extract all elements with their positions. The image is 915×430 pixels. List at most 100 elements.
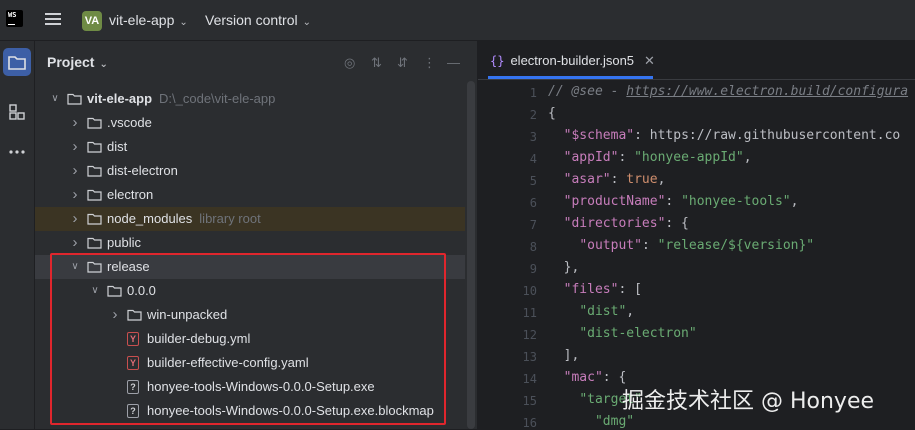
folder-icon — [87, 237, 102, 249]
unknown-file-icon: ? — [127, 404, 139, 418]
code-line[interactable]: "appId": "honyee-appId", — [548, 150, 752, 165]
options-icon[interactable]: ⋮ — [423, 55, 436, 71]
code-line[interactable]: "dist-electron" — [548, 326, 696, 341]
folder-icon — [87, 261, 102, 273]
tree-item-node-modules[interactable]: › node_modules library root — [35, 207, 465, 231]
tree-item-name: vit-ele-app — [87, 91, 153, 106]
code-line[interactable]: "$schema": https://raw.githubusercontent… — [548, 128, 901, 143]
project-view-selector[interactable]: Project ⌄ — [47, 54, 108, 70]
main-menu-icon[interactable] — [45, 13, 61, 27]
chevron-right-icon[interactable]: › — [69, 135, 81, 159]
expand-all-icon[interactable]: ⇅ — [371, 55, 382, 71]
line-number: 2 — [529, 108, 537, 122]
chevron-down-icon[interactable]: ∨ — [49, 87, 61, 111]
tree-item-release[interactable]: ∨ release — [35, 255, 465, 279]
tree-item-hint: D:\_code\vit-ele-app — [159, 91, 276, 106]
tree-item-label: win-unpacked — [147, 303, 227, 327]
tab-label: electron-builder.json5 — [510, 53, 635, 68]
tree-item-label: vit-ele-app D:\_code\vit-ele-app — [87, 87, 275, 111]
tree-item-name: honyee-tools-Windows-0.0.0-Setup.exe — [147, 379, 375, 394]
hide-icon[interactable]: — — [447, 55, 460, 70]
code-line[interactable]: "directories": { — [548, 216, 689, 231]
chevron-right-icon[interactable]: › — [69, 231, 81, 255]
tree-item-label: node_modules library root — [107, 207, 261, 231]
tree-item-builder-effective-config-yaml[interactable]: Ybuilder-effective-config.yaml — [35, 351, 465, 375]
unknown-file-icon: ? — [127, 380, 139, 394]
line-number: 13 — [522, 350, 537, 364]
tree-item-honyee-tools-windows-0-0-0-setup-exe-blockmap[interactable]: ? honyee-tools-Windows-0.0.0-Setup.exe.bl… — [35, 399, 465, 423]
close-icon[interactable]: ✕ — [644, 53, 655, 68]
line-number: 6 — [529, 196, 537, 210]
tree-scrollbar[interactable] — [467, 81, 475, 429]
folder-icon — [87, 189, 102, 201]
code-line[interactable]: "dist", — [548, 304, 634, 319]
tree-item-name: dist-electron — [107, 163, 178, 178]
more-tools-button[interactable] — [3, 138, 31, 166]
project-switcher[interactable]: vit-ele-app ⌄ — [109, 12, 188, 28]
editor-area: {} electron-builder.json5 ✕ 1 2 3 4 5 6 7 8 9 10 11 1… — [478, 41, 915, 430]
json-file-icon: {} — [490, 54, 505, 68]
locate-icon[interactable]: ◎ — [344, 55, 355, 71]
tree-item-name: node_modules — [107, 211, 193, 226]
line-number: 11 — [522, 306, 537, 320]
yaml-file-icon: Y — [127, 332, 139, 346]
line-number: 9 — [529, 262, 537, 276]
code-line[interactable]: { — [548, 106, 556, 121]
chevron-right-icon[interactable]: › — [109, 303, 121, 327]
editor-tab[interactable]: {} electron-builder.json5 ✕ — [490, 41, 655, 80]
tree-item-electron[interactable]: › electron — [35, 183, 465, 207]
line-number: 16 — [522, 416, 537, 430]
project-badge[interactable]: VA — [82, 11, 102, 31]
tree-item-name: public — [107, 235, 141, 250]
logo-text: WS — [8, 11, 17, 19]
tree-item-name: dist — [107, 139, 128, 154]
line-number: 3 — [529, 130, 537, 144]
tree-item-0-0-0[interactable]: ∨ 0.0.0 — [35, 279, 465, 303]
line-number: 5 — [529, 174, 537, 188]
chevron-down-icon[interactable]: ∨ — [89, 279, 101, 303]
project-tool-button[interactable] — [3, 48, 31, 76]
code-line[interactable]: }, — [548, 260, 580, 275]
structure-tool-button[interactable] — [3, 98, 31, 126]
chevron-down-icon[interactable]: ∨ — [69, 255, 81, 279]
tree-item-dist-electron[interactable]: › dist-electron — [35, 159, 465, 183]
webstorm-logo-icon[interactable]: WS — [6, 10, 23, 27]
chevron-right-icon[interactable]: › — [69, 159, 81, 183]
tree-item-public[interactable]: › public — [35, 231, 465, 255]
code-line[interactable]: "output": "release/${version}" — [548, 238, 814, 253]
code-line[interactable]: "files": [ — [548, 282, 642, 297]
code-line[interactable]: "asar": true, — [548, 172, 666, 187]
tree-item-vscode[interactable]: › .vscode — [35, 111, 465, 135]
active-tab-indicator — [488, 76, 653, 79]
tree-item-label: builder-debug.yml — [147, 327, 250, 351]
tree-item-win-unpacked[interactable]: › win-unpacked — [35, 303, 465, 327]
tree-item-dist[interactable]: › dist — [35, 135, 465, 159]
tree-item-builder-debug-yml[interactable]: Ybuilder-debug.yml — [35, 327, 465, 351]
code-line[interactable]: ], — [548, 348, 580, 363]
folder-icon — [127, 309, 142, 321]
folder-icon — [107, 285, 122, 297]
watermark: 掘金技术社区 @ Honyee — [622, 389, 875, 414]
folder-icon — [87, 165, 102, 177]
chevron-down-icon: ⌄ — [179, 17, 188, 28]
version-control-menu[interactable]: Version control ⌄ — [205, 12, 311, 28]
code-line[interactable]: // @see - https://www.electron.build/con… — [548, 84, 908, 99]
code-line[interactable]: "mac": { — [548, 370, 627, 385]
chevron-down-icon: ⌄ — [99, 59, 108, 70]
tree-item-honyee-tools-windows-0-0-0-setup-exe[interactable]: ? honyee-tools-Windows-0.0.0-Setup.exe — [35, 375, 465, 399]
code-line[interactable]: "dmg" — [548, 414, 634, 429]
chevron-down-icon: ⌄ — [302, 17, 311, 28]
line-number: 10 — [522, 284, 537, 298]
chevron-right-icon[interactable]: › — [69, 183, 81, 207]
line-number: 15 — [522, 394, 537, 408]
tree-item-label: electron — [107, 183, 153, 207]
chevron-right-icon[interactable]: › — [69, 207, 81, 231]
tree-item-name: builder-effective-config.yaml — [147, 355, 309, 370]
code-line[interactable]: "productName": "honyee-tools", — [548, 194, 799, 209]
chevron-right-icon[interactable]: › — [69, 111, 81, 135]
collapse-all-icon[interactable]: ⇵ — [397, 55, 408, 71]
tree-item-label: public — [107, 231, 141, 255]
tree-item-name: honyee-tools-Windows-0.0.0-Setup.exe.blo… — [147, 403, 434, 418]
tree-item-vit-ele-app[interactable]: ∨ vit-ele-app D:\_code\vit-ele-app — [35, 87, 465, 111]
editor-tab-bar: {} electron-builder.json5 ✕ — [478, 41, 915, 80]
